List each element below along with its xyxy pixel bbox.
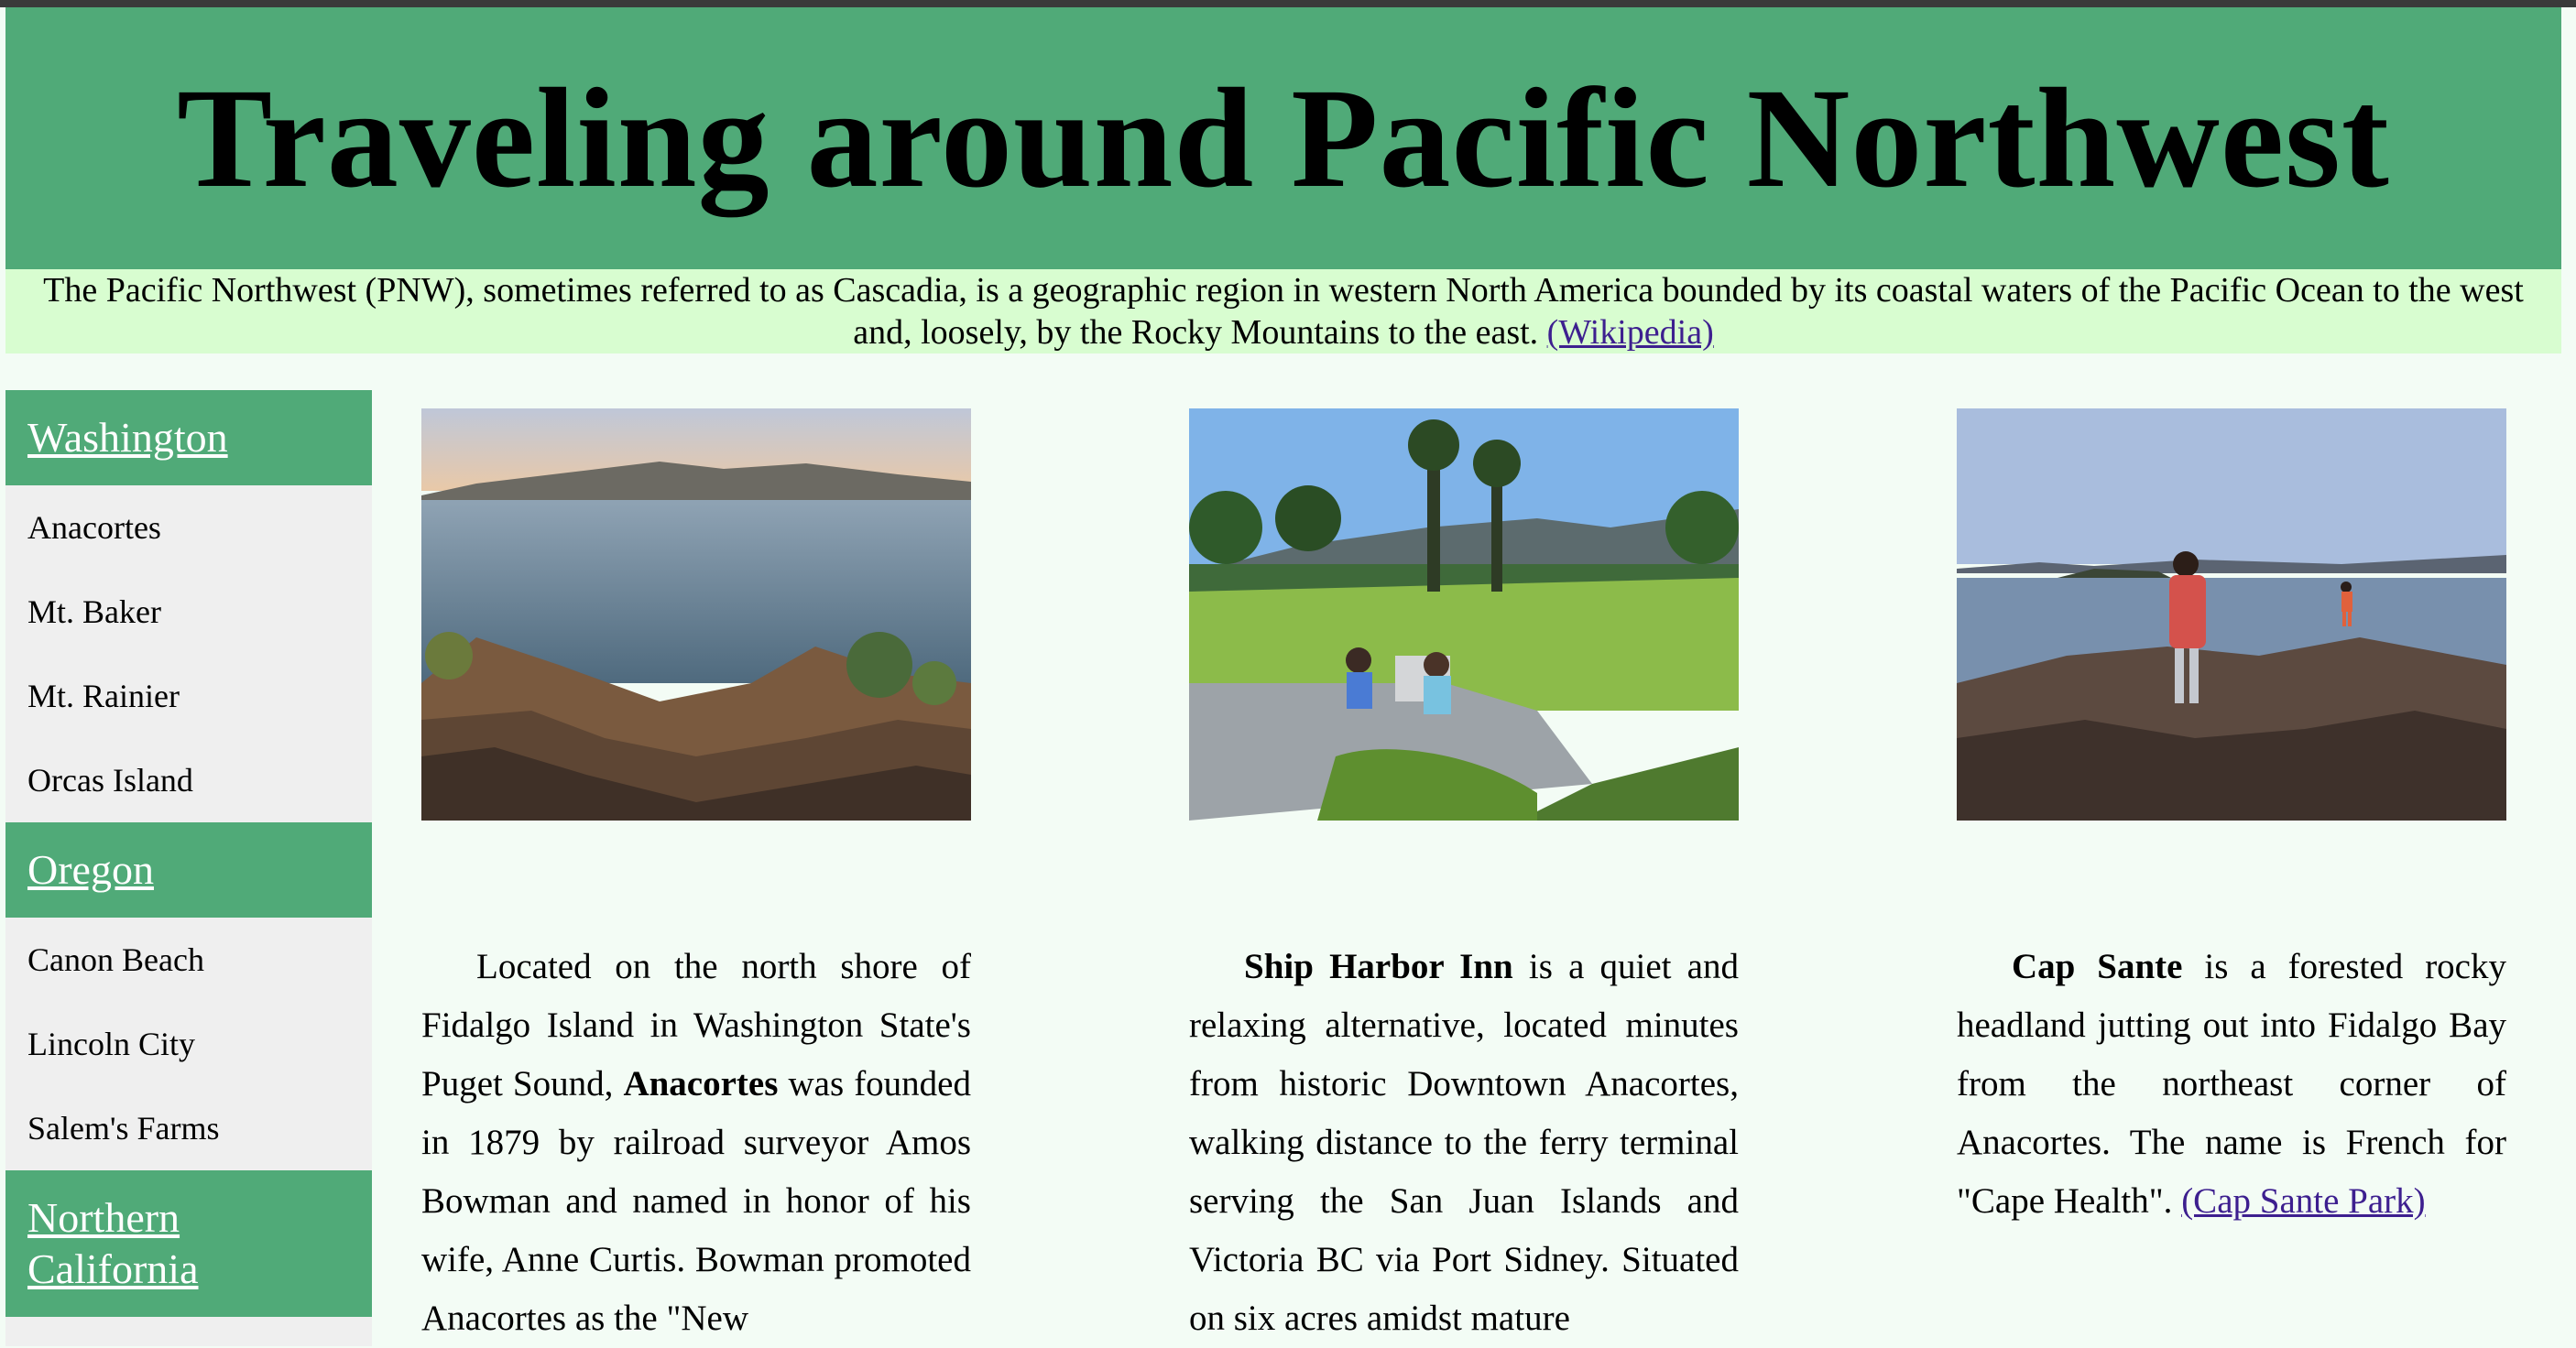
- anacortes-text-post: was founded in 1879 by railroad surveyor…: [421, 1064, 971, 1338]
- cap-sante-paragraph: Cap Sante is a forested rocky headland j…: [1957, 938, 2506, 1231]
- sidebar-item-anacortes[interactable]: Anacortes: [5, 485, 372, 570]
- sidebar-section-northern-california: Northern California: [5, 1170, 372, 1317]
- intro-banner: The Pacific Northwest (PNW), sometimes r…: [5, 269, 2561, 353]
- northern-california-link[interactable]: Northern California: [27, 1192, 211, 1295]
- oregon-link[interactable]: Oregon: [27, 844, 154, 896]
- browser-top-edge: [0, 0, 2576, 7]
- article-column-cap-sante: Cap Sante is a forested rocky headland j…: [1957, 408, 2506, 1231]
- sidebar-section-washington: Washington: [5, 390, 372, 485]
- article-column-ship-harbor-inn: Ship Harbor Inn is a quiet and relaxing …: [1189, 408, 1739, 1348]
- ship-harbor-bold: Ship Harbor Inn: [1244, 947, 1513, 986]
- cap-sante-park-link[interactable]: (Cap Sante Park): [2181, 1181, 2425, 1221]
- anacortes-paragraph: Located on the north shore of Fidalgo Is…: [421, 938, 971, 1348]
- sidebar-item-mt-baker[interactable]: Mt. Baker: [5, 570, 372, 654]
- page-title: Traveling around Pacific Northwest: [177, 59, 2390, 217]
- sidebar-item-canon-beach[interactable]: Canon Beach: [5, 918, 372, 1002]
- ship-harbor-text-post: is a quiet and relaxing alternative, loc…: [1189, 947, 1739, 1338]
- lawn-garden-photo: [1189, 408, 1739, 821]
- washington-link[interactable]: Washington: [27, 412, 228, 463]
- intro-text: The Pacific Northwest (PNW), sometimes r…: [43, 271, 2524, 352]
- page-header: Traveling around Pacific Northwest: [5, 7, 2561, 269]
- wikipedia-link[interactable]: (Wikipedia): [1547, 313, 1714, 352]
- coastal-bay-photo: [421, 408, 971, 821]
- cap-sante-bold: Cap Sante: [2012, 947, 2183, 986]
- sidebar-item-mt-rainier[interactable]: Mt. Rainier: [5, 654, 372, 738]
- cap-sante-text-post: is a forested rocky headland jutting out…: [1957, 947, 2506, 1221]
- article-column-anacortes: Located on the north shore of Fidalgo Is…: [421, 408, 971, 1348]
- sidebar-item-lincoln-city[interactable]: Lincoln City: [5, 1002, 372, 1086]
- sidebar-item-salems-farms[interactable]: Salem's Farms: [5, 1086, 372, 1170]
- rocky-headland-photo: [1957, 408, 2506, 821]
- sidebar-nav: Washington Anacortes Mt. Baker Mt. Raini…: [5, 390, 372, 1346]
- anacortes-bold: Anacortes: [623, 1064, 779, 1103]
- sidebar-section-oregon: Oregon: [5, 822, 372, 918]
- ship-harbor-paragraph: Ship Harbor Inn is a quiet and relaxing …: [1189, 938, 1739, 1348]
- sidebar-item-orcas-island[interactable]: Orcas Island: [5, 738, 372, 822]
